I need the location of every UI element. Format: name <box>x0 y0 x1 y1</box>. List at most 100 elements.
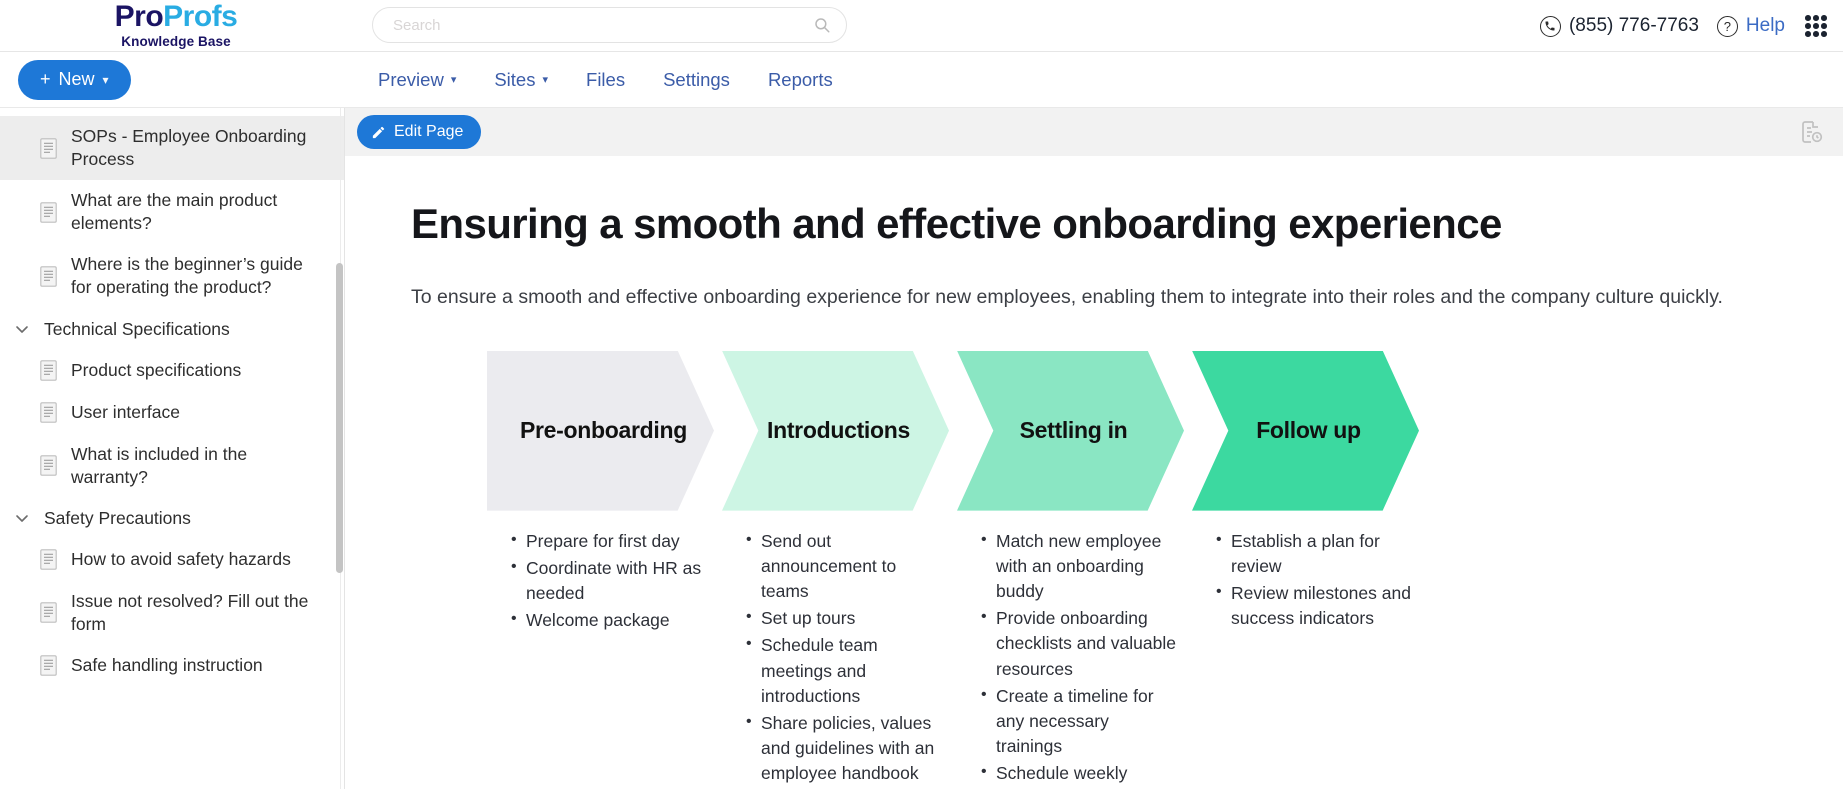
nav-item-sites-label: Sites <box>494 68 536 90</box>
bullet-list: Prepare for first dayCoordinate with HR … <box>509 528 708 634</box>
sidebar-group-label: Technical Specifications <box>44 318 230 339</box>
document-icon <box>40 549 57 570</box>
new-button[interactable]: + New ▾ <box>18 59 131 100</box>
document-icon <box>40 455 57 476</box>
sidebar-item-how-to-avoid-safety-hazards[interactable]: How to avoid safety hazards <box>0 539 344 581</box>
sidebar-item-issue-not-resolved-fill-out-the-fo[interactable]: Issue not resolved? Fill out the form <box>0 581 344 645</box>
top-bar: ProProfs Knowledge Base (855) 776-7763 ?… <box>0 0 1843 52</box>
document-icon <box>40 602 57 624</box>
list-item: Provide onboarding checklists and valuab… <box>979 605 1178 682</box>
content-pane: Edit Page Ensuring a smooth and effectiv… <box>345 108 1843 789</box>
list-item: Send out announcement to teams <box>744 528 943 605</box>
help-link[interactable]: ? Help <box>1716 15 1785 37</box>
process-stage-label: Pre-onboarding <box>519 417 688 444</box>
content-toolbar: Edit Page <box>345 108 1843 156</box>
sidebar-item-what-are-the-main-product-elements[interactable]: What are the main product elements? <box>0 180 344 244</box>
main-nav-bar: + New ▾ Preview ▾ Sites ▾ Files Settings… <box>0 52 1843 108</box>
document-icon <box>40 655 57 677</box>
sidebar-item-safe-handling-instruction[interactable]: Safe handling instruction <box>0 645 344 687</box>
list-item: Welcome package <box>509 607 708 633</box>
new-button-container: + New ▾ <box>0 59 300 100</box>
bullet-list: Match new employee with an onboarding bu… <box>979 528 1178 789</box>
document-icon <box>40 360 57 381</box>
process-stage-2: Introductions <box>722 350 957 511</box>
sidebar-item-label: Safe handling instruction <box>71 655 263 676</box>
list-item: Schedule weekly check-in's <box>979 760 1178 789</box>
document-icon <box>40 202 57 223</box>
list-item: Review milestones and success indicators <box>1214 580 1413 631</box>
edit-page-button[interactable]: Edit Page <box>357 115 482 149</box>
nav-item-sites[interactable]: Sites ▾ <box>494 69 548 91</box>
nav-item-settings[interactable]: Settings <box>663 69 730 91</box>
phone-number: (855) 776-7763 <box>1568 15 1699 36</box>
list-item: Establish a plan for review <box>1214 528 1413 579</box>
list-item: Schedule team meetings and introductions <box>744 632 943 709</box>
list-item: Create a timeline for any necessary trai… <box>979 683 1178 760</box>
chevron-down-icon[interactable] <box>14 510 30 526</box>
sidebar-item-label: What is included in the warranty? <box>71 443 248 487</box>
process-stage-1: Pre-onboarding <box>487 350 722 511</box>
bullet-list: Establish a plan for reviewReview milest… <box>1214 528 1413 632</box>
chevron-down-icon[interactable] <box>14 321 30 337</box>
list-item: Coordinate with HR as needed <box>509 555 708 606</box>
list-item: Match new employee with an onboarding bu… <box>979 528 1178 605</box>
chevron-down-icon: ▾ <box>450 74 457 86</box>
sidebar-item-label: Product specifications <box>71 360 242 381</box>
sidebar-item-what-is-included-in-the-warranty[interactable]: What is included in the warranty? <box>0 434 344 498</box>
nav-item-preview-label: Preview <box>378 68 444 90</box>
sidebar-item-product-specifications[interactable]: Product specifications <box>0 350 344 392</box>
process-stage-3-items: Match new employee with an onboarding bu… <box>957 528 1192 789</box>
sidebar-group-technical-specifications[interactable]: Technical Specifications <box>0 309 344 350</box>
list-item: Share policies, values and guidelines wi… <box>744 710 943 787</box>
pencil-icon <box>372 126 385 138</box>
process-stage-shape: Settling in <box>957 350 1184 511</box>
nav-item-files[interactable]: Files <box>586 69 625 91</box>
chevron-row: Pre-onboarding Introductions Settling in Fo… <box>487 350 1427 511</box>
sidebar-item-where-is-the-beginner-s-guide-for[interactable]: Where is the beginner’s guide for operat… <box>0 244 344 308</box>
sidebar-item-user-interface[interactable]: User interface <box>0 392 344 434</box>
sidebar-item-label: User interface <box>71 402 180 423</box>
search-box[interactable] <box>372 7 847 43</box>
phone-contact[interactable]: (855) 776-7763 <box>1539 15 1699 37</box>
plus-icon: + <box>40 69 51 89</box>
logo-subtitle: Knowledge Base <box>121 34 231 49</box>
sidebar-scrollbar-thumb[interactable] <box>336 263 343 573</box>
process-stage-label: Introductions <box>766 417 911 444</box>
process-stage-4-items: Establish a plan for reviewReview milest… <box>1192 528 1427 789</box>
article: Ensuring a smooth and effective onboardi… <box>345 156 1843 789</box>
new-button-label: New <box>58 69 95 89</box>
process-stage-3: Settling in <box>957 350 1192 511</box>
sidebar-list: SOPs - Employee Onboarding Process What a… <box>0 108 344 687</box>
process-stage-label: Settling in <box>1019 417 1128 444</box>
logo-word-profs: Profs <box>163 0 238 33</box>
onboarding-process-diagram: Pre-onboarding Introductions Settling in Fo… <box>487 350 1427 789</box>
sidebar-item-label: How to avoid safety hazards <box>71 549 291 570</box>
list-item: Prepare for first day <box>509 528 708 554</box>
top-right-actions: (855) 776-7763 ? Help <box>1539 0 1827 52</box>
bullet-list: Send out announcement to teamsSet up tou… <box>744 528 943 787</box>
process-stage-4: Follow up <box>1192 350 1427 511</box>
sidebar-item-label: What are the main product elements? <box>71 190 278 234</box>
chevron-down-icon: ▾ <box>102 72 109 87</box>
nav-links: Preview ▾ Sites ▾ Files Settings Reports <box>378 69 833 91</box>
document-history-icon[interactable] <box>1799 120 1823 144</box>
apps-grid-icon[interactable] <box>1805 15 1827 37</box>
nav-item-files-label: Files <box>586 68 626 90</box>
process-stage-label: Follow up <box>1256 417 1361 444</box>
process-stage-shape: Introductions <box>722 350 949 511</box>
process-stage-1-items: Prepare for first dayCoordinate with HR … <box>487 528 722 789</box>
process-stage-shape: Pre-onboarding <box>487 350 714 511</box>
nav-item-reports-label: Reports <box>767 68 833 90</box>
sidebar-group-label: Safety Precautions <box>44 507 191 528</box>
nav-item-preview[interactable]: Preview ▾ <box>378 69 456 91</box>
search-input[interactable] <box>372 7 847 43</box>
app-logo[interactable]: ProProfs Knowledge Base <box>0 2 300 50</box>
nav-item-reports[interactable]: Reports <box>768 69 833 91</box>
sidebar-group-safety-precautions[interactable]: Safety Precautions <box>0 498 344 539</box>
list-item: Set up tours <box>744 605 943 631</box>
sidebar-item-sops-employee-onboarding-process[interactable]: SOPs - Employee Onboarding Process <box>0 116 344 181</box>
document-icon <box>40 402 57 423</box>
logo-wordmark: ProProfs <box>115 2 238 32</box>
document-icon <box>40 137 57 159</box>
question-mark-icon: ? <box>1716 15 1738 37</box>
